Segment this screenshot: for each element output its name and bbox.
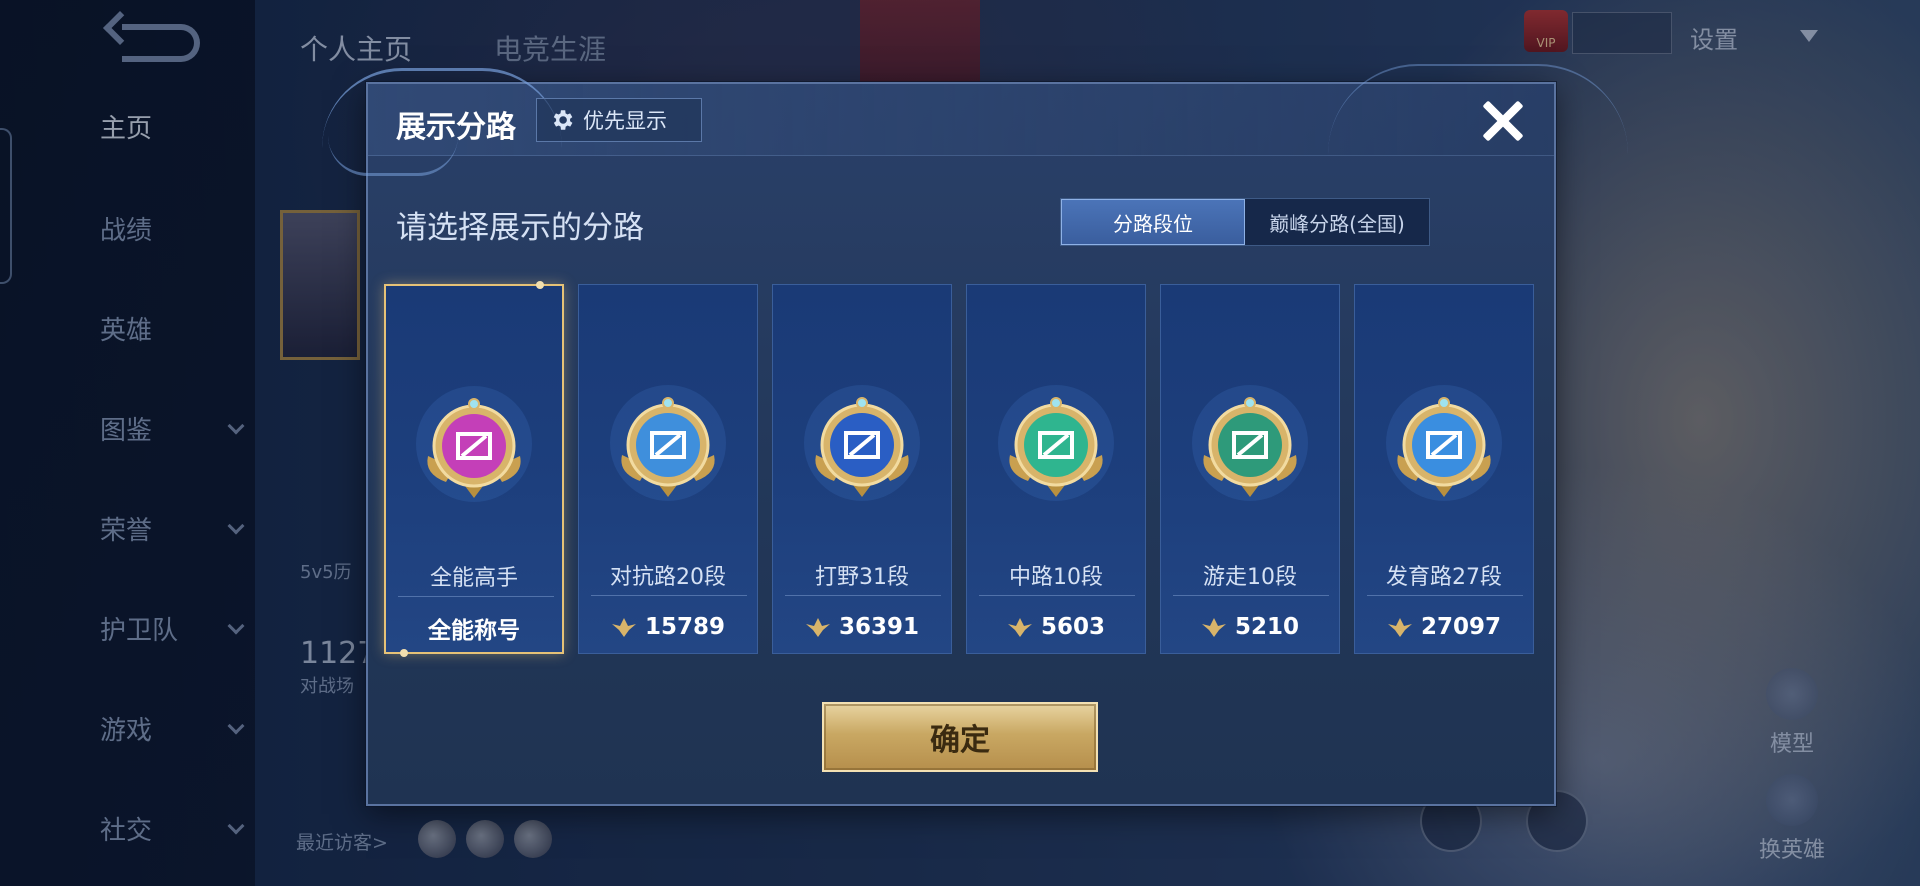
lane-card[interactable]: 打野31段 36391 — [772, 284, 952, 654]
roam-emblem-icon — [1192, 385, 1308, 501]
dialog-title: 展示分路 — [396, 110, 516, 145]
lane-card-value: 27097 — [1420, 614, 1502, 640]
lane-card-score: 5603 — [967, 605, 1145, 649]
card-divider — [785, 595, 941, 596]
peak-score-icon — [1007, 618, 1032, 637]
lane-card-title: 中路10段 — [1009, 565, 1103, 590]
lane-card-title: 对抗路20段 — [610, 565, 726, 590]
lane-card-value: 5603 — [1040, 614, 1105, 640]
close-button[interactable] — [1478, 96, 1528, 146]
peak-score-icon — [805, 618, 830, 637]
jungle-emblem-icon — [804, 385, 920, 501]
lane-card-score: 全能称号 — [386, 606, 562, 650]
lane-card-score: 36391 — [773, 605, 951, 649]
clash-lane-emblem-icon — [610, 385, 726, 501]
farm-lane-emblem-icon — [1386, 385, 1502, 501]
lane-card-score: 5210 — [1161, 605, 1339, 649]
selection-corner-dot — [400, 649, 408, 657]
lane-card-title: 打野31段 — [815, 565, 909, 590]
lane-card[interactable]: 游走10段 5210 — [1160, 284, 1340, 654]
lane-card-value: 5210 — [1234, 614, 1299, 640]
mid-lane-emblem-icon — [998, 385, 1114, 501]
tab-lane-rank[interactable]: 分路段位 — [1061, 199, 1245, 245]
lane-card-value: 全能称号 — [428, 618, 520, 644]
lane-card-value: 36391 — [838, 614, 920, 640]
confirm-button[interactable]: 确定 — [822, 702, 1098, 772]
lane-card[interactable]: 中路10段 5603 — [966, 284, 1146, 654]
lane-card-title: 游走10段 — [1203, 565, 1297, 590]
lane-card-title: 全能高手 — [429, 566, 518, 591]
lane-card-score: 15789 — [579, 605, 757, 649]
card-divider — [1367, 595, 1523, 596]
priority-display-button[interactable]: 优先显示 — [536, 98, 702, 142]
all-round-emblem-icon — [416, 386, 532, 502]
lane-card-list: 全能高手 全能称号 对抗路20段 15789 打野31段 36391 中路10段 5603 游走… — [384, 281, 1544, 657]
lane-card[interactable]: 对抗路20段 15789 — [578, 284, 758, 654]
card-divider — [1173, 595, 1329, 596]
priority-display-label: 优先显示 — [583, 109, 667, 133]
lane-card-title: 发育路27段 — [1386, 565, 1502, 590]
lane-card-value: 15789 — [644, 614, 726, 640]
card-divider — [398, 596, 554, 597]
lane-display-dialog: 展示分路 优先显示 请选择展示的分路 分路段位 巅峰分路(全国) 全能高手全能称… — [322, 64, 1628, 806]
lane-card[interactable]: 发育路27段 27097 — [1354, 284, 1534, 654]
lane-type-toggle: 分路段位 巅峰分路(全国) — [1060, 198, 1430, 246]
selection-corner-dot — [536, 281, 544, 289]
peak-score-icon — [611, 618, 636, 637]
gear-icon — [553, 110, 573, 130]
peak-score-icon — [1201, 618, 1226, 637]
card-divider — [979, 595, 1135, 596]
selection-prompt: 请选择展示的分路 — [396, 210, 644, 246]
lane-card-score: 27097 — [1355, 605, 1533, 649]
peak-score-icon — [1387, 618, 1412, 637]
tab-peak-lane-national[interactable]: 巅峰分路(全国) — [1245, 199, 1429, 245]
card-divider — [591, 595, 747, 596]
lane-card[interactable]: 全能高手 全能称号 — [384, 281, 564, 657]
